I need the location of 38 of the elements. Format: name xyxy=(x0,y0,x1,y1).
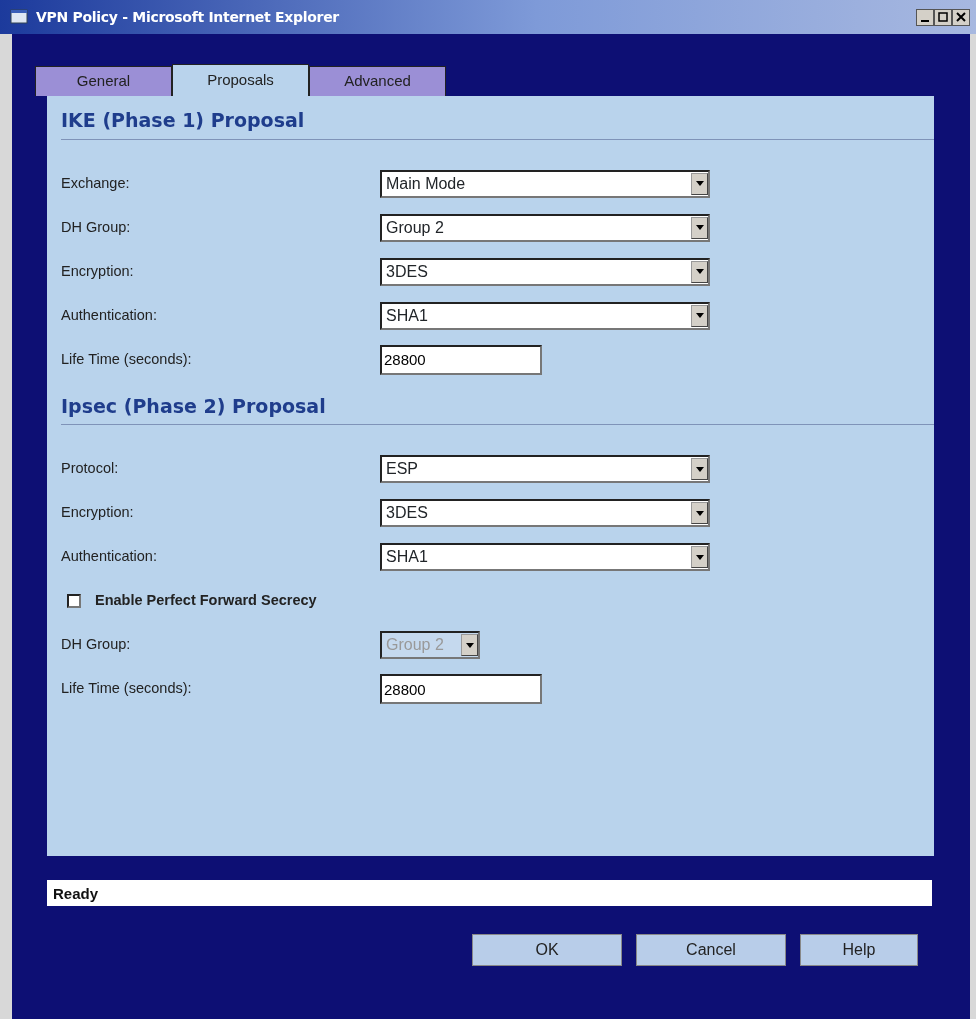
maximize-button[interactable] xyxy=(934,8,952,26)
input-field[interactable]: 28800 xyxy=(380,344,542,375)
field-label: DH Group: xyxy=(61,635,132,655)
field-label: Encryption: xyxy=(61,261,135,281)
field-label: Protocol: xyxy=(61,459,120,479)
section-heading: IKE (Phase 1) Proposal xyxy=(61,109,305,131)
tab[interactable]: Advanced xyxy=(309,66,446,96)
maximize-icon xyxy=(938,12,948,22)
app-icon xyxy=(10,8,30,26)
tab[interactable]: Proposals xyxy=(172,64,309,96)
dropdown[interactable]: 3DES xyxy=(380,257,710,286)
dialog-button[interactable]: OK xyxy=(472,934,622,966)
field-label: Authentication: xyxy=(61,547,158,567)
dropdown[interactable]: Main Mode xyxy=(380,169,710,198)
minimize-button[interactable] xyxy=(916,8,934,26)
minimize-icon xyxy=(921,20,929,22)
checkbox-label: Enable Perfect Forward Secrecy xyxy=(95,591,317,611)
close-button[interactable] xyxy=(952,8,970,26)
dialog-button[interactable]: Help xyxy=(800,934,918,966)
close-icon xyxy=(956,12,966,22)
field-label: Life Time (seconds): xyxy=(61,349,193,369)
field-label: Authentication: xyxy=(61,305,158,325)
field-label: DH Group: xyxy=(61,217,132,237)
field-label: Life Time (seconds): xyxy=(61,679,193,699)
input-field[interactable]: 28800 xyxy=(380,674,542,704)
dropdown[interactable]: ESP xyxy=(380,455,710,483)
section-heading: Ipsec (Phase 2) Proposal xyxy=(61,394,326,417)
field-label: Exchange: xyxy=(61,173,131,193)
field-label: Encryption: xyxy=(61,503,135,523)
window-title: VPN Policy - Microsoft Internet Explorer xyxy=(36,7,339,27)
dropdown[interactable]: SHA1 xyxy=(380,543,710,571)
dialog-button[interactable]: Cancel xyxy=(636,934,786,966)
checkbox[interactable] xyxy=(67,594,81,608)
status-bar: Ready xyxy=(47,880,932,906)
dropdown[interactable]: SHA1 xyxy=(380,301,710,330)
tab[interactable]: General xyxy=(35,66,172,96)
dropdown[interactable]: Group 2 xyxy=(380,213,710,242)
dropdown[interactable]: 3DES xyxy=(380,499,710,527)
